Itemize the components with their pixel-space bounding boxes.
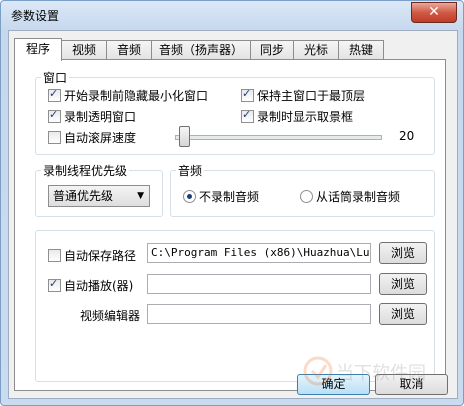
editor-path-field[interactable] — [147, 304, 371, 324]
program-tab-panel: 窗口 开始录制前隐藏最小化窗口 保持主窗口于最顶层 录制透明窗口 录制时显示取景… — [14, 59, 446, 391]
close-button[interactable]: ✕ — [411, 2, 457, 23]
auto-scroll-checkbox[interactable] — [48, 131, 61, 144]
record-transparent-label: 录制透明窗口 — [64, 110, 137, 124]
priority-select[interactable]: 普通优先级 ▼ — [48, 185, 150, 207]
priority-selected-value: 普通优先级 — [53, 189, 114, 203]
priority-group-label: 录制线程优先级 — [41, 162, 130, 179]
window-title: 参数设置 — [11, 9, 60, 23]
no-audio-label: 不录制音频 — [199, 190, 260, 204]
tab-audio-speaker[interactable]: 音频（扬声器） — [151, 40, 251, 60]
autoplay-path-field[interactable] — [147, 274, 371, 294]
hide-window-checkbox[interactable] — [48, 87, 61, 102]
scroll-speed-thumb[interactable] — [179, 126, 190, 147]
scroll-speed-value: 20 — [399, 129, 415, 143]
tab-audio[interactable]: 音频 — [106, 40, 152, 60]
editor-browse-button[interactable]: 浏览 — [379, 303, 427, 325]
autoplay-checkbox[interactable] — [48, 277, 61, 292]
audio-group-label: 音频 — [176, 162, 205, 179]
window-group-label: 窗口 — [41, 69, 70, 86]
dialog-client: 程序 视频 音频 音频（扬声器） 同步 光标 热键 窗口 开始录制前隐藏最小化窗… — [8, 30, 458, 399]
auto-scroll-label: 自动滚屏速度 — [64, 131, 137, 145]
autosave-browse-button[interactable]: 浏览 — [379, 242, 427, 264]
watermark-logo: 当下软件园 — [300, 355, 450, 395]
tab-sync[interactable]: 同步 — [250, 40, 294, 60]
autosave-checkbox[interactable] — [48, 249, 61, 262]
no-audio-radio[interactable] — [183, 190, 196, 203]
svg-text:当下软件园: 当下软件园 — [336, 363, 426, 384]
tab-video[interactable]: 视频 — [61, 40, 107, 60]
settings-dialog: 参数设置 ✕ 程序 视频 音频 音频（扬声器） 同步 光标 热键 窗口 开始录制… — [0, 0, 464, 406]
autoplay-label: 自动播放(器) — [64, 279, 134, 293]
mic-audio-label: 从话筒录制音频 — [316, 190, 401, 204]
scroll-speed-slider[interactable] — [175, 135, 382, 140]
autosave-label: 自动保存路径 — [64, 249, 137, 263]
watermark-icon: 当下软件园 — [303, 356, 426, 386]
mic-audio-radio[interactable] — [300, 190, 313, 203]
tab-cursor[interactable]: 光标 — [293, 40, 339, 60]
tab-program[interactable]: 程序 — [14, 38, 62, 61]
chevron-down-icon: ▼ — [137, 191, 144, 201]
autosave-path-field[interactable]: C:\Program Files (x86)\Huazhua\Luxian — [147, 243, 371, 263]
show-viewfinder-checkbox[interactable] — [241, 108, 254, 123]
show-viewfinder-label: 录制时显示取景框 — [257, 110, 354, 124]
keep-on-top-checkbox[interactable] — [241, 87, 254, 102]
autoplay-browse-button[interactable]: 浏览 — [379, 273, 427, 295]
close-icon: ✕ — [428, 4, 440, 20]
tab-hotkey[interactable]: 热键 — [338, 40, 384, 60]
keep-on-top-label: 保持主窗口于最顶层 — [257, 89, 366, 103]
editor-label: 视频编辑器 — [80, 309, 141, 323]
title-bar[interactable]: 参数设置 ✕ — [1, 1, 463, 29]
record-transparent-checkbox[interactable] — [48, 108, 61, 123]
hide-window-label: 开始录制前隐藏最小化窗口 — [64, 89, 209, 103]
